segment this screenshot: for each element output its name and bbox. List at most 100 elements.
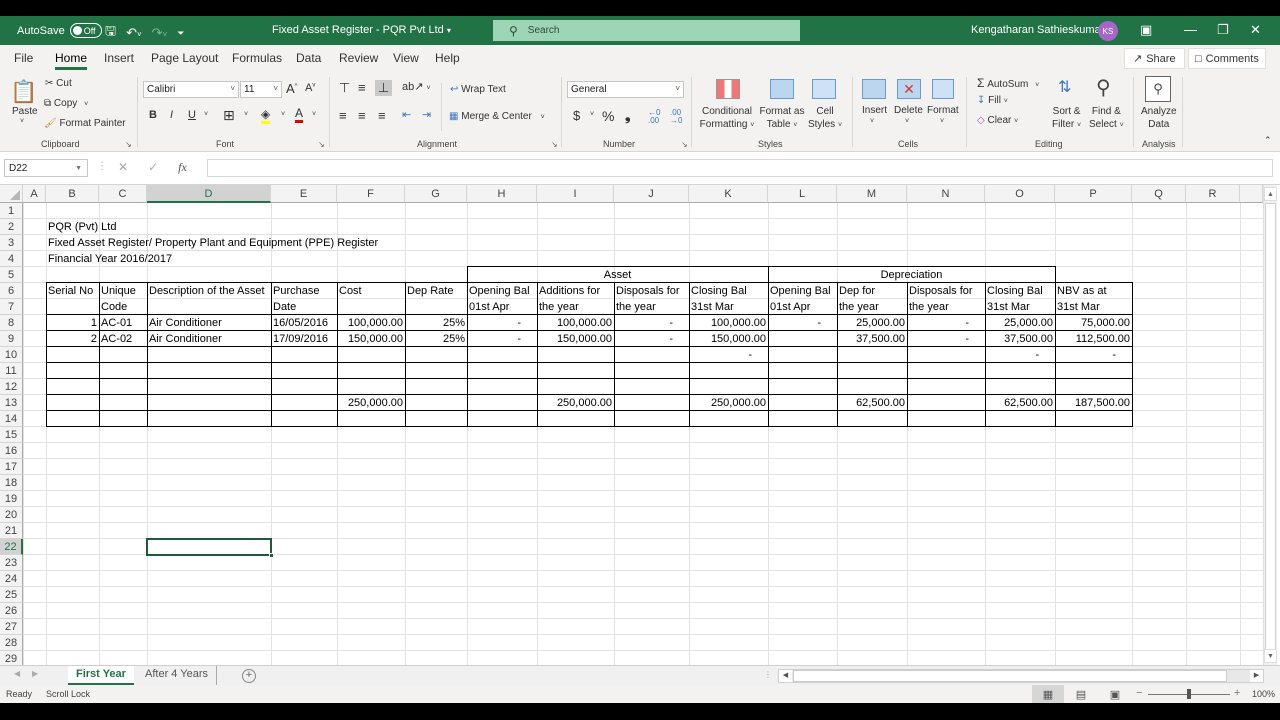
document-title[interactable]: Fixed Asset Register - PQR Pvt Ltd ▾ [272, 24, 451, 36]
middle-align-icon[interactable]: ≡ [358, 80, 366, 95]
table-header-m[interactable]: Dep for [837, 283, 907, 299]
scroll-down-icon[interactable]: ▼ [1264, 649, 1277, 663]
column-header-q[interactable]: Q [1132, 185, 1186, 203]
cell-e9[interactable]: 17/09/2016 [271, 331, 337, 347]
tab-file[interactable]: File [14, 51, 33, 65]
redo-icon[interactable]: ↷˅ [152, 25, 168, 41]
row-header-10[interactable]: 10 [0, 347, 23, 363]
analyze-data-icon[interactable]: ⚲ [1145, 76, 1171, 102]
column-header-f[interactable]: F [337, 185, 405, 203]
column-header-p[interactable]: P [1055, 185, 1132, 203]
group-header-depreciation[interactable]: Depreciation [768, 267, 1055, 283]
cell-m8[interactable]: 25,000.00 [837, 315, 907, 331]
formula-bar-grip-icon[interactable]: ⋮ [97, 161, 107, 172]
decrease-decimal-icon[interactable]: .00 →0 [670, 109, 682, 125]
conditional-formatting-icon[interactable] [716, 79, 740, 99]
copy-button[interactable]: ⧉ Copy ˅ [44, 98, 88, 109]
find-select-button[interactable]: Find & Select ˅ [1089, 105, 1124, 132]
tab-review[interactable]: Review [339, 51, 378, 65]
cell-n9[interactable]: - [907, 331, 985, 347]
table-header-o[interactable]: Closing Bal [985, 283, 1055, 299]
financial-year[interactable]: Financial Year 2016/2017 [46, 251, 172, 267]
cell-g9[interactable]: 25% [405, 331, 467, 347]
increase-indent-icon[interactable]: ⇥ [422, 108, 431, 121]
zoom-in-icon[interactable]: + [1234, 687, 1240, 699]
fill-button[interactable]: ↧ Fill ˅ [977, 95, 1008, 106]
row-header-22[interactable]: 22 [0, 539, 23, 555]
table-header-g[interactable]: Dep Rate [405, 283, 467, 299]
format-as-table-button[interactable]: Format as Table ˅ [759, 105, 805, 132]
decrease-indent-icon[interactable]: ⇤ [402, 108, 411, 121]
cancel-icon[interactable]: ✕ [118, 160, 128, 175]
format-as-table-icon[interactable] [770, 79, 794, 99]
column-header-i[interactable]: I [537, 185, 614, 203]
insert-cells-button[interactable]: Insert [862, 105, 887, 116]
normal-view-icon[interactable]: ▦ [1032, 685, 1064, 703]
tab-home[interactable]: Home [55, 51, 88, 70]
column-header-o[interactable]: O [985, 185, 1055, 203]
row-header-7[interactable]: 7 [0, 299, 23, 315]
cell-k8[interactable]: 100,000.00 [689, 315, 768, 331]
find-icon[interactable]: ⚲ [1096, 75, 1111, 100]
next-sheet-icon[interactable]: ▶ [32, 669, 38, 678]
format-painter-button[interactable]: 🖌 Format Painter [44, 118, 126, 129]
vertical-scroll-thumb[interactable] [1265, 203, 1276, 651]
align-center-icon[interactable]: ≡ [358, 108, 366, 123]
column-header-m[interactable]: M [837, 185, 907, 203]
cell-n8[interactable]: - [907, 315, 985, 331]
row-header-25[interactable]: 25 [0, 587, 23, 603]
tab-insert[interactable]: Insert [104, 51, 134, 65]
column-header-r[interactable]: R [1186, 185, 1240, 203]
table-header-h[interactable]: Opening Bal [467, 283, 537, 299]
cell-f13[interactable]: 250,000.00 [337, 395, 405, 411]
autosum-button[interactable]: Σ AutoSum ˅ [977, 76, 1039, 90]
font-color-icon[interactable]: A [295, 106, 304, 123]
cell-k13[interactable]: 250,000.00 [689, 395, 768, 411]
autosave-control[interactable]: AutoSave Off [17, 23, 102, 38]
row-header-2[interactable]: 2 [0, 219, 23, 235]
row-header-28[interactable]: 28 [0, 635, 23, 651]
column-header-e[interactable]: E [271, 185, 337, 203]
user-name[interactable]: Kengatharan Sathieskumar [971, 24, 1104, 36]
top-align-icon[interactable]: ⊤ [339, 80, 350, 96]
comma-style-button[interactable]: ❟ [625, 107, 631, 124]
previous-sheet-icon[interactable]: ◀ [14, 669, 20, 678]
table-header-k[interactable]: Closing Bal [689, 283, 768, 299]
column-header-l[interactable]: L [768, 185, 837, 203]
table-header-p[interactable]: NBV as at [1055, 283, 1132, 299]
cell-b8[interactable]: 1 [46, 315, 99, 331]
dialog-launcher-icon[interactable]: ↘ [681, 140, 688, 149]
table-header-k-line2[interactable]: 31st Mar [689, 299, 768, 315]
row-header-9[interactable]: 9 [0, 331, 23, 347]
chevron-down-icon[interactable]: ˅ [940, 118, 944, 125]
row-header-13[interactable]: 13 [0, 395, 23, 411]
select-all-button[interactable] [0, 185, 23, 203]
zoom-level[interactable]: 100% [1252, 689, 1275, 699]
cell-i13[interactable]: 250,000.00 [537, 395, 614, 411]
customize-qat-icon[interactable]: ⏷ [177, 28, 184, 39]
row-header-11[interactable]: 11 [0, 363, 23, 379]
cell-h9[interactable]: - [467, 331, 537, 347]
increase-decimal-icon[interactable]: ←0.00 [648, 109, 660, 125]
row-header-18[interactable]: 18 [0, 475, 23, 491]
share-button[interactable]: ↗ Share [1124, 48, 1185, 69]
scroll-left-icon[interactable]: ◀ [779, 670, 792, 682]
cell-j9[interactable]: - [614, 331, 689, 347]
cell-p8[interactable]: 75,000.00 [1055, 315, 1132, 331]
table-header-c[interactable]: Unique [99, 283, 147, 299]
cell-c9[interactable]: AC-02 [99, 331, 147, 347]
sort-filter-button[interactable]: Sort & Filter ˅ [1052, 105, 1081, 132]
fill-handle[interactable] [269, 553, 274, 558]
selected-cell[interactable] [146, 538, 274, 558]
cell-f8[interactable]: 100,000.00 [337, 315, 405, 331]
table-header-n[interactable]: Disposals for [907, 283, 985, 299]
bottom-align-icon[interactable]: ⊥ [375, 80, 393, 96]
comments-button[interactable]: □ Comments [1188, 48, 1266, 69]
cell-c8[interactable]: AC-01 [99, 315, 147, 331]
table-header-j[interactable]: Disposals for [614, 283, 689, 299]
clear-button[interactable]: ◇ Clear ˅ [977, 115, 1018, 126]
close-icon[interactable]: ✕ [1250, 22, 1261, 38]
decrease-font-size-icon[interactable]: Av [305, 82, 315, 94]
cell-d8[interactable]: Air Conditioner [147, 315, 271, 331]
percent-button[interactable]: % [602, 108, 614, 124]
